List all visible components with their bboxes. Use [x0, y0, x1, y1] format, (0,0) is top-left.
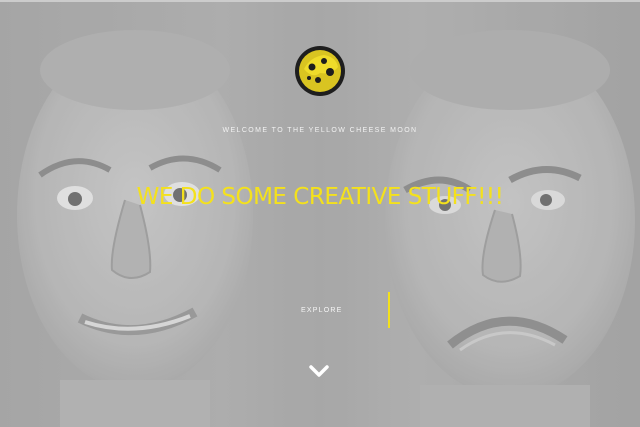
explore-label: EXPLORE — [301, 306, 343, 314]
chevron-down-icon[interactable] — [308, 362, 330, 380]
hero-headline: WE DO SOME CREATIVE STUFF!!! — [136, 184, 504, 210]
explore-button[interactable]: EXPLORE — [292, 292, 390, 328]
welcome-text: WELCOME TO THE YELLOW CHEESE MOON — [222, 127, 418, 134]
cheese-moon-logo[interactable] — [294, 45, 346, 97]
hero-section: WELCOME TO THE YELLOW CHEESE MOON WE DO … — [0, 0, 640, 427]
